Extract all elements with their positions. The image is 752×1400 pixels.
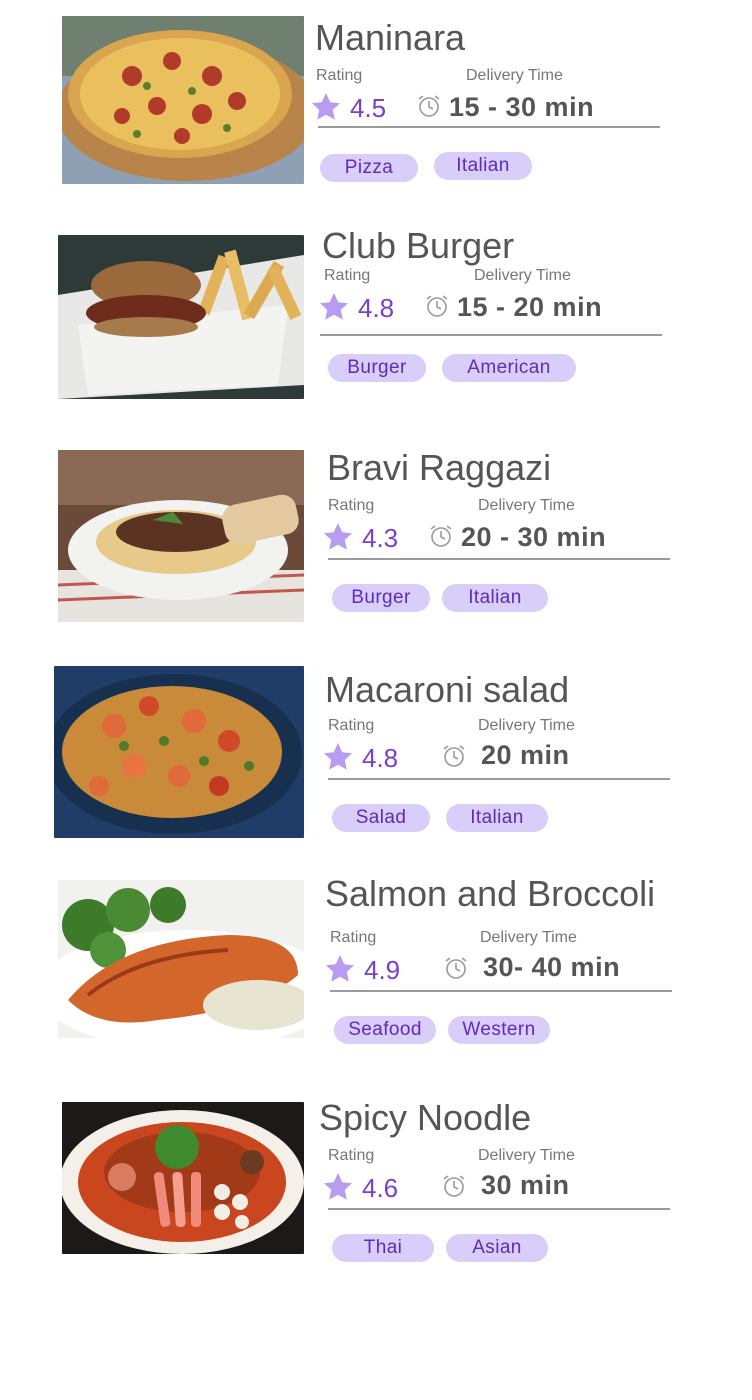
rating-value: 4.8 <box>362 743 399 773</box>
paella-photo <box>54 666 304 838</box>
category-tag[interactable]: Italian <box>434 152 532 180</box>
alarm-clock-icon <box>426 295 448 317</box>
restaurant-card[interactable]: Macaroni salad Rating Delivery Time 4.8 … <box>0 640 752 840</box>
pasta-photo <box>58 450 304 622</box>
restaurant-card[interactable]: Bravi Raggazi Rating Delivery Time 4.3 2… <box>0 420 752 622</box>
rating-value: 4.5 <box>350 93 387 123</box>
delivery-time-value: 30- 40 min <box>483 952 621 982</box>
restaurant-card[interactable]: Salmon and Broccoli Rating Delivery Time… <box>0 860 752 1060</box>
divider <box>328 558 670 560</box>
restaurant-name: Spicy Noodle <box>319 1097 532 1138</box>
delivery-time-value: 15 - 30 min <box>449 92 595 122</box>
delivery-time-value: 20 min <box>481 740 570 770</box>
star-icon <box>324 523 352 550</box>
delivery-time-value: 15 - 20 min <box>457 292 603 322</box>
restaurant-name: Bravi Raggazi <box>327 447 552 488</box>
delivery-time-label: Delivery Time <box>478 717 575 734</box>
delivery-time-value: 30 min <box>481 1170 570 1200</box>
rating-label: Rating <box>316 67 363 84</box>
category-tag[interactable]: Pizza <box>320 154 418 182</box>
rating-label: Rating <box>330 929 377 946</box>
restaurant-name: Club Burger <box>322 225 515 266</box>
star-icon <box>320 293 348 320</box>
delivery-time-value: 20 - 30 min <box>461 522 607 552</box>
pizza-photo <box>62 16 304 184</box>
rating-value: 4.6 <box>362 1173 399 1203</box>
alarm-clock-icon <box>443 745 465 767</box>
restaurant-name: Maninara <box>315 17 466 58</box>
category-tag[interactable]: Thai <box>332 1234 434 1262</box>
burger-photo <box>58 235 304 399</box>
restaurant-name: Salmon and Broccoli <box>325 873 656 914</box>
divider <box>330 990 672 992</box>
rating-label: Rating <box>328 497 375 514</box>
alarm-clock-icon <box>445 957 467 979</box>
category-tag[interactable]: Burger <box>328 354 426 382</box>
category-tag[interactable]: Salad <box>332 804 430 832</box>
star-icon <box>324 1173 352 1200</box>
restaurant-card[interactable]: Club Burger Rating Delivery Time 4.8 15 … <box>0 200 752 400</box>
divider <box>328 778 670 780</box>
restaurant-name: Macaroni salad <box>325 669 570 710</box>
rating-value: 4.9 <box>364 955 401 985</box>
rating-label: Rating <box>328 717 375 734</box>
delivery-time-label: Delivery Time <box>478 497 575 514</box>
category-tag[interactable]: Asian <box>446 1234 548 1262</box>
alarm-clock-icon <box>443 1175 465 1197</box>
star-icon <box>326 955 354 982</box>
divider <box>328 1208 670 1210</box>
divider <box>318 126 660 128</box>
salmon-photo <box>58 880 304 1038</box>
alarm-clock-icon <box>430 525 452 547</box>
alarm-clock-icon <box>418 95 440 117</box>
rating-value: 4.8 <box>358 293 395 323</box>
delivery-time-label: Delivery Time <box>478 1147 575 1164</box>
category-tag[interactable]: Seafood <box>334 1016 436 1044</box>
category-tag[interactable]: Western <box>448 1016 550 1044</box>
delivery-time-label: Delivery Time <box>466 67 563 84</box>
delivery-time-label: Delivery Time <box>474 267 571 284</box>
category-tag[interactable]: Burger <box>332 584 430 612</box>
restaurant-card[interactable]: Maninara Rating Delivery Time 4.5 15 - 3… <box>0 0 752 200</box>
category-tag[interactable]: American <box>442 354 576 382</box>
rating-label: Rating <box>324 267 371 284</box>
star-icon <box>312 93 340 120</box>
delivery-time-label: Delivery Time <box>480 929 577 946</box>
rating-label: Rating <box>328 1147 375 1164</box>
star-icon <box>324 743 352 770</box>
rating-value: 4.3 <box>362 523 399 553</box>
divider <box>320 334 662 336</box>
category-tag[interactable]: Italian <box>446 804 548 832</box>
category-tag[interactable]: Italian <box>442 584 548 612</box>
restaurant-card[interactable]: Spicy Noodle Rating Delivery Time 4.6 30… <box>0 1080 752 1280</box>
noodle-photo <box>62 1102 304 1254</box>
